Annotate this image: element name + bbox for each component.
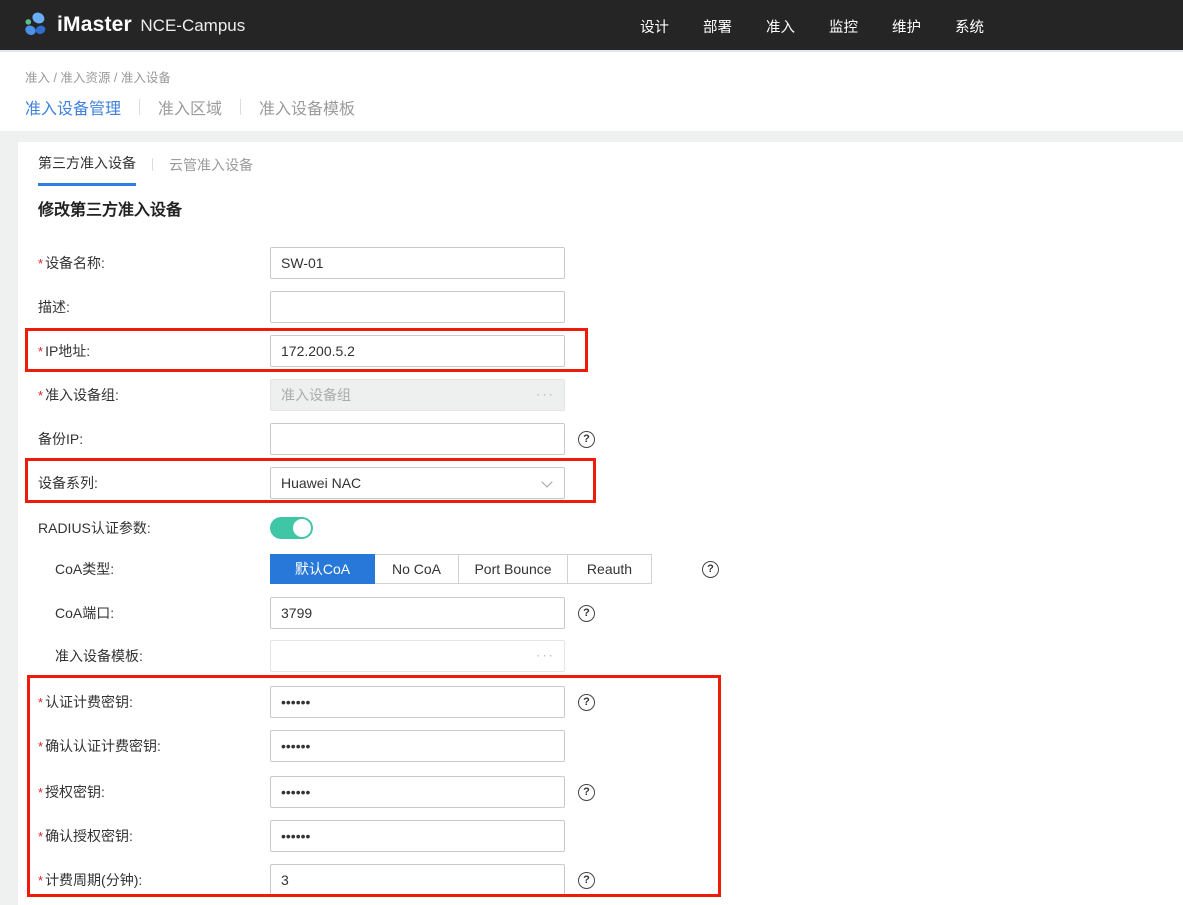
subtab-cloud-managed-device[interactable]: 云管准入设备: [169, 155, 253, 185]
field-label: *授权密钥:: [38, 782, 270, 802]
field-label: *认证计费密钥:: [38, 692, 270, 712]
required-asterisk: *: [38, 829, 43, 844]
form-row-auth-acct-key: *认证计费密钥: ?: [38, 686, 778, 718]
radius-params-toggle[interactable]: [270, 517, 313, 539]
tab-admission-area[interactable]: 准入区域: [158, 95, 222, 119]
form-row-ip-address: *IP地址:: [38, 335, 778, 367]
form-row-description: 描述:: [38, 291, 778, 323]
field-label: *设备名称:: [38, 253, 270, 273]
top-header-bar: iMaster NCE-Campus 设计 部署 准入 监控 维护 系统: [0, 0, 1183, 52]
tab-divider: [240, 99, 241, 115]
nav-item-system[interactable]: 系统: [955, 16, 984, 37]
authz-key-input[interactable]: [270, 776, 565, 808]
nav-item-monitor[interactable]: 监控: [829, 16, 858, 37]
tab-device-template[interactable]: 准入设备模板: [259, 95, 355, 119]
confirm-authz-key-input[interactable]: [270, 820, 565, 852]
brand-name-secondary: NCE-Campus: [140, 16, 245, 35]
coa-type-segmented-control: 默认CoA No CoA Port Bounce Reauth: [270, 554, 652, 584]
form-row-acct-interval: *计费周期(分钟): ?: [38, 864, 778, 896]
auth-acct-key-input[interactable]: [270, 686, 565, 718]
required-asterisk: *: [38, 344, 43, 359]
field-label: 准入设备模板:: [38, 646, 270, 666]
left-gutter: [0, 131, 18, 905]
required-asterisk: *: [38, 695, 43, 710]
tab-divider: [139, 99, 140, 115]
subtab-third-party-device[interactable]: 第三方准入设备: [38, 153, 136, 186]
help-icon[interactable]: ?: [578, 872, 595, 889]
nav-item-deploy[interactable]: 部署: [703, 16, 732, 37]
toggle-knob: [293, 519, 311, 537]
form-row-radius-params: RADIUS认证参数:: [38, 512, 778, 544]
form-row-authz-key: *授权密钥: ?: [38, 776, 778, 808]
nav-item-maintain[interactable]: 维护: [892, 16, 921, 37]
field-label: *计费周期(分钟):: [38, 870, 270, 890]
coa-option-default[interactable]: 默认CoA: [270, 554, 375, 584]
form-row-device-template: 准入设备模板: ···: [38, 640, 778, 672]
form-row-device-group: *准入设备组: ···: [38, 379, 778, 411]
required-asterisk: *: [38, 256, 43, 271]
device-name-input[interactable]: [270, 247, 565, 279]
sub-tabs: 第三方准入设备 云管准入设备: [38, 153, 253, 186]
required-asterisk: *: [38, 388, 43, 403]
device-group-input[interactable]: [270, 379, 565, 411]
breadcrumb: 准入 / 准入资源 / 准入设备: [25, 67, 171, 86]
tab-device-management[interactable]: 准入设备管理: [25, 95, 121, 119]
help-icon[interactable]: ?: [702, 561, 719, 578]
top-nav-menu: 设计 部署 准入 监控 维护 系统: [640, 0, 984, 52]
required-asterisk: *: [38, 785, 43, 800]
backup-ip-input[interactable]: [270, 423, 565, 455]
coa-option-port-bounce[interactable]: Port Bounce: [458, 554, 568, 584]
form-row-confirm-authz-key: *确认授权密钥:: [38, 820, 778, 852]
required-asterisk: *: [38, 873, 43, 888]
nav-item-design[interactable]: 设计: [640, 16, 669, 37]
help-icon[interactable]: ?: [578, 431, 595, 448]
form-row-confirm-auth-acct-key: *确认认证计费密钥:: [38, 730, 778, 762]
coa-port-input[interactable]: [270, 597, 565, 629]
field-label: CoA类型:: [38, 559, 270, 579]
page-title: 修改第三方准入设备: [38, 196, 182, 220]
brand-name-primary: iMaster: [57, 13, 132, 36]
acct-interval-input[interactable]: [270, 864, 565, 896]
form-row-device-series: 设备系列:: [38, 467, 778, 499]
field-label: 备份IP:: [38, 429, 270, 449]
coa-option-reauth[interactable]: Reauth: [567, 554, 652, 584]
field-label: *准入设备组:: [38, 385, 270, 405]
subtab-divider: [152, 158, 153, 171]
help-icon[interactable]: ?: [578, 605, 595, 622]
required-asterisk: *: [38, 739, 43, 754]
form-row-device-name: *设备名称:: [38, 247, 778, 279]
description-input[interactable]: [270, 291, 565, 323]
field-label: 设备系列:: [38, 473, 270, 493]
field-label: *IP地址:: [38, 341, 270, 361]
page-tabs: 准入设备管理 准入区域 准入设备模板: [25, 95, 355, 119]
device-series-select[interactable]: [270, 467, 565, 499]
field-label: RADIUS认证参数:: [38, 518, 270, 538]
help-icon[interactable]: ?: [578, 784, 595, 801]
field-label: *确认认证计费密钥:: [38, 736, 270, 756]
help-icon[interactable]: ?: [578, 694, 595, 711]
form-row-coa-type: CoA类型: 默认CoA No CoA Port Bounce Reauth ?: [38, 553, 778, 585]
ip-address-input[interactable]: [270, 335, 565, 367]
form-row-coa-port: CoA端口: ?: [38, 597, 778, 629]
imaster-logo-icon: [20, 11, 48, 39]
field-label: CoA端口:: [38, 603, 270, 623]
field-label: *确认授权密钥:: [38, 826, 270, 846]
nav-item-admission[interactable]: 准入: [766, 16, 795, 37]
form-row-backup-ip: 备份IP: ?: [38, 423, 778, 455]
device-template-input[interactable]: [270, 640, 565, 672]
confirm-auth-acct-key-input[interactable]: [270, 730, 565, 762]
field-label: 描述:: [38, 297, 270, 317]
background-band: [0, 131, 1183, 142]
coa-option-no-coa[interactable]: No CoA: [374, 554, 459, 584]
app-root: iMaster NCE-Campus 设计 部署 准入 监控 维护 系统 准入 …: [0, 0, 1183, 905]
brand-logo[interactable]: iMaster NCE-Campus: [20, 11, 245, 39]
